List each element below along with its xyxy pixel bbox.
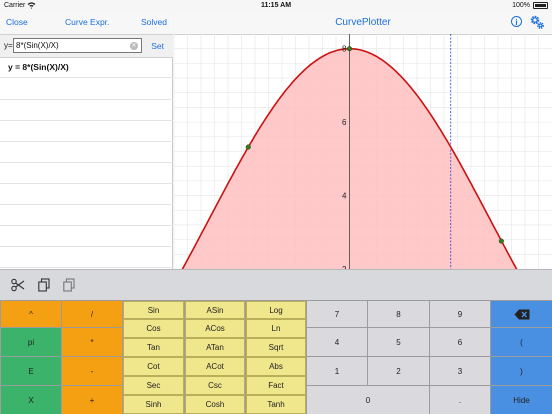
key-4[interactable]: 4 [307,328,367,356]
key-open-paren[interactable]: ( [491,328,552,356]
status-time: 11:15 AM [260,2,292,9]
expression-panel: Close Curve Expr. Solved y= 8*(Sin(X)/X)… [0,12,173,269]
edit-toolbar [0,269,552,300]
expression-list-item[interactable]: y = 8*(Sin(X)/X) [0,58,173,78]
key-tanh[interactable]: Tanh [246,395,306,414]
key-2[interactable]: 2 [368,357,429,385]
plot-nav-bar: CurvePlotter i [174,12,552,35]
curve-point [245,144,251,150]
key-acot[interactable]: ACot [185,357,245,376]
key-1[interactable]: 1 [307,357,367,385]
expression-list-empty-row [0,184,173,205]
key-9[interactable]: 9 [430,301,490,327]
expression-input-row: y= 8*(Sin(X)/X) ✕ Set [0,35,173,58]
solved-button[interactable]: Solved [141,17,167,27]
set-button[interactable]: Set [151,41,164,51]
expression-list-empty-row [0,79,173,100]
key-cot[interactable]: Cot [123,357,184,376]
clear-icon[interactable]: ✕ [130,42,138,50]
key-7[interactable]: 7 [307,301,367,327]
key-e[interactable]: E [1,357,61,385]
battery-icon [533,2,548,9]
paste-icon[interactable] [63,278,75,292]
key-sin[interactable]: Sin [123,301,184,319]
key-6[interactable]: 6 [430,328,490,356]
key-ln[interactable]: Ln [246,319,306,338]
curve-point [498,238,504,244]
hide-keypad-button[interactable]: Hide [491,386,552,414]
status-bar: Carrier 11:15 AM 100% [0,0,552,12]
y-tick-label: 6 [342,118,347,127]
key-abs[interactable]: Abs [246,357,306,376]
key-acos[interactable]: ACos [185,319,245,338]
key-minus[interactable]: - [62,357,122,385]
key-sinh[interactable]: Sinh [123,395,184,414]
expression-list-empty-row [0,121,173,142]
expression-list-empty-row [0,163,173,184]
key-sqrt[interactable]: Sqrt [246,338,306,357]
expression-list-empty-row [0,226,173,247]
key-plus[interactable]: + [62,386,122,414]
key-fact[interactable]: Fact [246,376,306,395]
expression-nav-bar: Close Curve Expr. Solved [0,12,173,35]
key-8[interactable]: 8 [368,301,429,327]
key-cosh[interactable]: Cosh [185,395,245,414]
curve-area-fill [174,48,552,269]
key-log[interactable]: Log [246,301,306,319]
expression-list-empty-row [0,142,173,163]
expression-input[interactable]: 8*(Sin(X)/X) [13,38,142,53]
key-divide[interactable]: / [62,301,122,327]
key-multiply[interactable]: * [62,328,122,356]
key-tan[interactable]: Tan [123,338,184,357]
expression-list-empty-row [0,205,173,226]
backspace-key[interactable] [491,301,552,327]
curve-graph[interactable]: 2468 [174,34,552,269]
plot-panel: CurvePlotter i 2468 [174,12,552,269]
close-button[interactable]: Close [6,17,28,27]
key-asin[interactable]: ASin [185,301,245,319]
input-prefix: y= [4,41,13,50]
curve-expr-button[interactable]: Curve Expr. [65,17,109,27]
key-atan[interactable]: ATan [185,338,245,357]
backspace-icon [514,309,529,319]
key-sec[interactable]: Sec [123,376,184,395]
keypad: ^ pi E X / * - + Sin ASin Log Cos ACos L… [0,300,552,414]
app-title: CurvePlotter [335,17,391,28]
key-x[interactable]: X [1,386,61,414]
key-power[interactable]: ^ [1,301,61,327]
scissors-icon[interactable] [11,278,25,292]
battery-percent: 100% [512,2,530,9]
key-cos[interactable]: Cos [123,319,184,338]
key-0[interactable]: 0 [307,386,429,414]
key-pi[interactable]: pi [1,328,61,356]
key-decimal[interactable]: . [430,386,490,414]
key-close-paren[interactable]: ) [491,357,552,385]
y-tick-label: 8 [342,45,347,54]
key-5[interactable]: 5 [368,328,429,356]
key-3[interactable]: 3 [430,357,490,385]
settings-gear-icon[interactable] [529,14,545,30]
expression-list-empty-row [0,100,173,121]
y-tick-label: 4 [342,192,347,201]
key-csc[interactable]: Csc [185,376,245,395]
expression-list-empty-row [0,247,173,268]
info-icon[interactable]: i [511,16,522,27]
curve-point [346,46,353,52]
copy-icon[interactable] [38,278,50,292]
